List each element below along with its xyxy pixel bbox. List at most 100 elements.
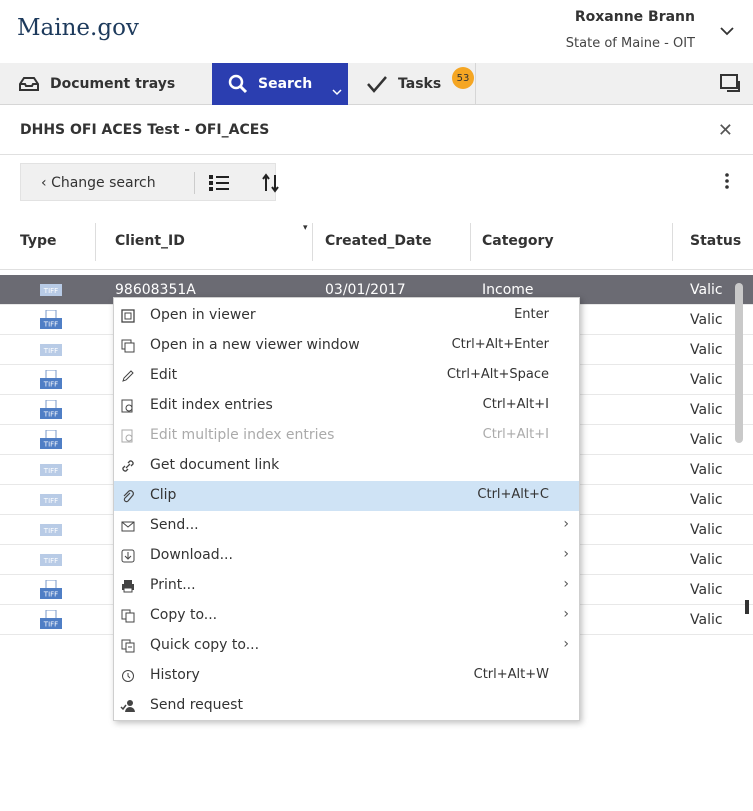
status-cell: Valic [690,582,723,598]
tiff-page-icon: TIFF [40,309,62,334]
vertical-scrollbar[interactable] [735,283,743,443]
column-divider[interactable] [672,223,673,261]
tray-icon [18,76,40,92]
menu-item-copy-to[interactable]: Copy to... › [114,601,579,631]
menu-item-send-request[interactable]: Send request [114,691,579,721]
user-name[interactable]: Roxanne Brann [575,9,695,25]
window-toggle-icon[interactable] [719,73,741,97]
chevron-down-icon[interactable] [718,22,736,40]
copy-icon [120,608,136,624]
index-multi-icon [120,428,136,444]
menu-item-quick-copy-to[interactable]: Quick copy to... › [114,631,579,661]
tiff-icon: TIFF [40,344,62,360]
menu-item-print[interactable]: Print... › [114,571,579,601]
menu-item-clip[interactable]: Clip Ctrl+Alt+C [114,481,579,511]
column-header-created-date[interactable]: Created_Date [325,233,432,249]
repository-title: DHHS OFI ACES Test - OFI_ACES [20,122,270,138]
list-view-icon[interactable] [208,173,230,197]
created-date-cell: 03/01/2017 [325,282,406,298]
status-cell: Valic [690,462,723,478]
column-header-status[interactable]: Status [690,233,741,249]
menu-item-edit-multiple-index-entries[interactable]: Edit multiple index entries Ctrl+Alt+I [114,421,579,451]
menu-item-shortcut: Ctrl+Alt+C [477,487,549,502]
status-cell: Valic [690,282,723,298]
tiff-page-icon: TIFF [40,369,62,394]
tiff-page-icon: TIFF [40,579,62,604]
link-icon [120,458,136,474]
chevron-right-icon: › [563,516,569,532]
viewer-icon [120,308,136,324]
tiff-icon: TIFF [40,554,62,570]
paperclip-icon [120,488,136,504]
envelope-icon [120,518,136,534]
menu-item-shortcut: Ctrl+Alt+Space [446,367,549,382]
menu-item-shortcut: Ctrl+Alt+I [482,427,549,442]
status-cell: Valic [690,372,723,388]
menu-item-label: Send request [150,697,243,713]
context-menu: Open in viewer Enter Open in a new viewer … [113,297,580,721]
new-window-icon [120,338,136,354]
menu-item-send[interactable]: Send... › [114,511,579,541]
chevron-right-icon: › [563,546,569,562]
svg-text:TIFF: TIFF [43,411,58,419]
pencil-icon [120,368,136,384]
tiff-page-icon: TIFF [40,429,62,454]
svg-text:TIFF: TIFF [43,591,58,599]
menu-item-label: History [150,667,200,683]
menu-item-shortcut: Ctrl+Alt+W [473,667,549,682]
menu-item-label: Quick copy to... [150,637,260,653]
menu-item-shortcut: Ctrl+Alt+Enter [451,337,549,352]
menu-item-history[interactable]: History Ctrl+Alt+W [114,661,579,691]
chevron-right-icon: › [563,576,569,592]
toolbar-divider [194,172,195,194]
tab-tasks[interactable]: Tasks 53 [348,63,476,105]
menu-item-label: Edit index entries [150,397,273,413]
status-cell: Valic [690,402,723,418]
tiff-page-icon: TIFF [40,609,62,634]
menu-item-label: Open in viewer [150,307,256,323]
column-divider[interactable] [312,223,313,261]
menu-item-download[interactable]: Download... › [114,541,579,571]
chevron-right-icon: › [563,606,569,622]
index-icon [120,398,136,414]
change-search-button[interactable]: ‹ Change search [41,175,156,191]
chevron-down-icon[interactable] [332,84,342,100]
svg-text:TIFF: TIFF [43,557,58,565]
column-header-client-id[interactable]: Client_ID [115,233,185,249]
more-options-icon[interactable] [725,173,729,193]
menu-item-get-document-link[interactable]: Get document link [114,451,579,481]
tab-document-trays-label: Document trays [50,76,176,92]
status-cell: Valic [690,552,723,568]
results-toolbar: ‹ Change search [0,155,753,210]
menu-item-shortcut: Ctrl+Alt+I [482,397,549,412]
search-icon [228,74,248,94]
close-icon[interactable]: ✕ [718,120,733,141]
svg-text:TIFF: TIFF [43,527,58,535]
chevron-left-icon: ‹ [41,175,47,191]
column-header-category[interactable]: Category [482,233,554,249]
column-divider[interactable] [95,223,96,261]
status-cell: Valic [690,312,723,328]
menu-item-edit[interactable]: Edit Ctrl+Alt+Space [114,361,579,391]
download-icon [120,548,136,564]
menu-item-label: Send... [150,517,199,533]
status-cell: Valic [690,342,723,358]
sort-icon[interactable] [261,173,281,197]
sort-caret-icon: ▾ [303,223,308,233]
maine-gov-logo[interactable]: Maine.gov [17,15,139,41]
menu-item-open-in-viewer[interactable]: Open in viewer Enter [114,301,579,331]
repository-bar: DHHS OFI ACES Test - OFI_ACES ✕ [0,105,753,155]
tab-tasks-label: Tasks [398,76,442,92]
menu-item-label: Get document link [150,457,280,473]
toolbar-group: ‹ Change search [20,163,279,201]
tab-document-trays[interactable]: Document trays [0,63,212,105]
menu-item-open-in-a-new-viewer-window[interactable]: Open in a new viewer window Ctrl+Alt+Ente… [114,331,579,361]
menu-item-edit-index-entries[interactable]: Edit index entries Ctrl+Alt+I [114,391,579,421]
column-header-type[interactable]: Type [20,233,57,249]
app-header: Maine.gov Roxanne Brann State of Maine -… [0,0,753,63]
logo-main: Maine [17,15,91,41]
tab-search[interactable]: Search [212,63,348,105]
svg-text:TIFF: TIFF [43,381,58,389]
column-divider[interactable] [470,223,471,261]
menu-item-label: Print... [150,577,196,593]
